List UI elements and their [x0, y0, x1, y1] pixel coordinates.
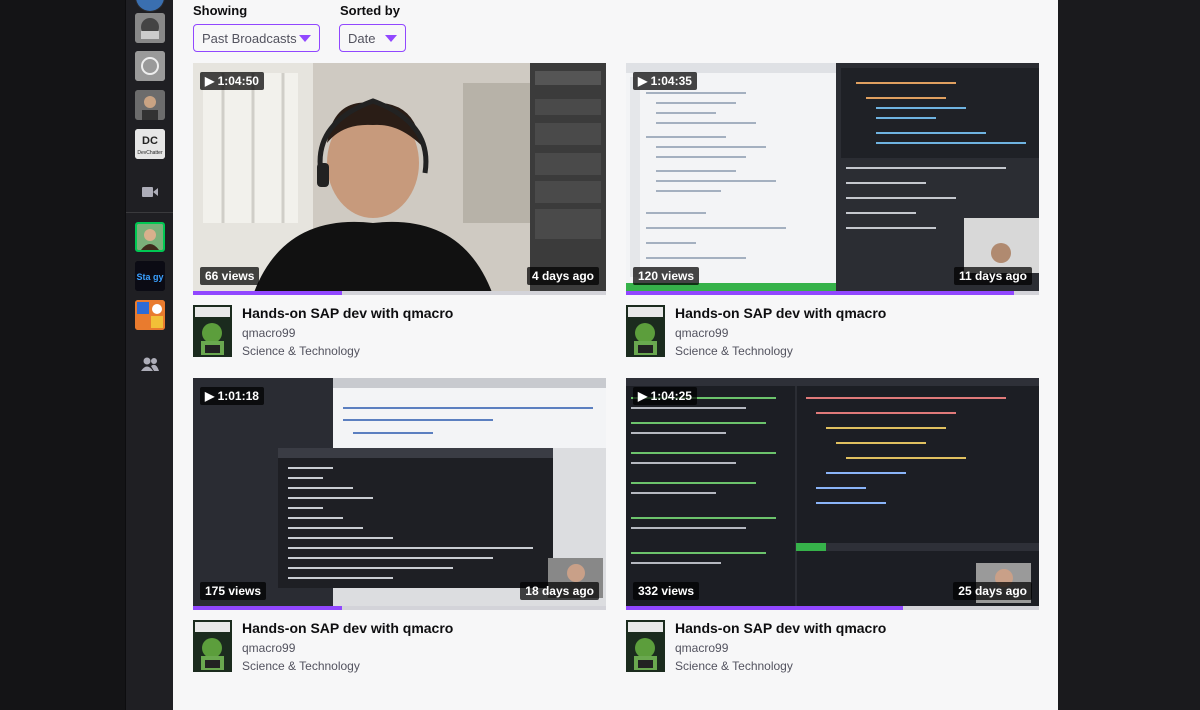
chevron-down-icon — [299, 35, 311, 42]
sidebar-divider — [126, 212, 174, 213]
chevron-down-icon — [385, 35, 397, 42]
channel-avatar[interactable] — [626, 305, 665, 357]
age-badge: 25 days ago — [953, 582, 1032, 600]
sorted-by-label: Sorted by — [340, 3, 400, 18]
video-title[interactable]: Hands-on SAP dev with qmacro — [242, 305, 453, 321]
channel-avatar[interactable] — [193, 305, 232, 357]
watch-progress-fill — [193, 291, 342, 295]
channel-avatar-4[interactable]: DC DevChatter — [135, 129, 165, 159]
views-badge: 332 views — [633, 582, 700, 600]
video-title[interactable]: Hands-on SAP dev with qmacro — [242, 620, 453, 636]
showing-dropdown[interactable]: Past Broadcasts — [193, 24, 320, 52]
channel-avatar-2[interactable] — [135, 13, 165, 43]
svg-text:Sta gy: Sta gy — [136, 272, 163, 282]
duration-text: 1:04:35 — [650, 74, 692, 88]
channel-avatar-3b[interactable] — [135, 90, 165, 120]
watch-progress-bar — [193, 291, 606, 295]
video-camera-icon[interactable] — [136, 178, 164, 206]
showing-value: Past Broadcasts — [202, 30, 297, 46]
category-link[interactable]: Science & Technology — [675, 344, 793, 358]
watch-progress-bar — [193, 606, 606, 610]
watch-progress-bar — [626, 291, 1039, 295]
video-card[interactable]: ▶ 1:04:25 332 views 25 days ago Hands-on… — [626, 378, 1039, 678]
showing-label: Showing — [193, 3, 248, 18]
video-card[interactable]: ▶ 1:04:50 66 views 4 days ago Hands-on S… — [193, 63, 606, 363]
watch-progress-bar — [626, 606, 1039, 610]
video-thumbnail[interactable]: ▶ 1:04:50 66 views 4 days ago — [193, 63, 606, 295]
age-badge: 4 days ago — [526, 267, 599, 285]
video-card[interactable]: ▶ 1:01:18 175 views 18 days ago Hands-on… — [193, 378, 606, 678]
channel-avatar[interactable] — [193, 620, 232, 672]
video-title[interactable]: Hands-on SAP dev with qmacro — [675, 305, 886, 321]
category-link[interactable]: Science & Technology — [675, 659, 793, 673]
sort-dropdown[interactable]: Date — [339, 24, 406, 52]
followed-channels-sidebar: DC DevChatter Sta gy — [125, 0, 174, 710]
duration-badge: ▶ 1:04:25 — [633, 387, 697, 405]
duration-text: 1:01:18 — [217, 389, 259, 403]
channel-avatar-6[interactable]: Sta gy — [135, 261, 165, 291]
video-title[interactable]: Hands-on SAP dev with qmacro — [675, 620, 886, 636]
channel-name[interactable]: qmacro99 — [675, 326, 728, 340]
duration-badge: ▶ 1:01:18 — [200, 387, 264, 405]
left-dark-panel — [0, 0, 125, 710]
views-badge: 120 views — [633, 267, 700, 285]
svg-text:DevChatter: DevChatter — [137, 150, 163, 156]
channel-name[interactable]: qmacro99 — [242, 641, 295, 655]
friends-icon[interactable] — [136, 350, 164, 378]
category-link[interactable]: Science & Technology — [242, 659, 360, 673]
svg-text:DC: DC — [142, 135, 158, 147]
duration-badge: ▶ 1:04:35 — [633, 72, 697, 90]
duration-text: 1:04:50 — [217, 74, 259, 88]
age-badge: 18 days ago — [520, 582, 599, 600]
channel-avatar[interactable] — [626, 620, 665, 672]
channel-name[interactable]: qmacro99 — [242, 326, 295, 340]
channel-avatar-5[interactable] — [135, 222, 165, 252]
category-link[interactable]: Science & Technology — [242, 344, 360, 358]
video-card[interactable]: ▶ 1:04:35 120 views 11 days ago Hands-on… — [626, 63, 1039, 363]
right-dark-panel — [1058, 0, 1200, 710]
video-thumbnail[interactable]: ▶ 1:01:18 175 views 18 days ago — [193, 378, 606, 610]
channel-name[interactable]: qmacro99 — [675, 641, 728, 655]
watch-progress-fill — [626, 291, 1015, 295]
video-thumbnail[interactable]: ▶ 1:04:25 332 views 25 days ago — [626, 378, 1039, 610]
video-thumbnail[interactable]: ▶ 1:04:35 120 views 11 days ago — [626, 63, 1039, 295]
age-badge: 11 days ago — [953, 267, 1032, 285]
channel-avatar-1[interactable] — [135, 0, 165, 12]
watch-progress-fill — [193, 606, 342, 610]
duration-text: 1:04:25 — [650, 389, 692, 403]
watch-progress-fill — [626, 606, 903, 610]
channel-avatar-3[interactable] — [135, 51, 165, 81]
channel-avatar-7[interactable] — [135, 300, 165, 330]
views-badge: 175 views — [200, 582, 267, 600]
views-badge: 66 views — [200, 267, 260, 285]
videos-main-content: Showing Past Broadcasts Sorted by Date ▶… — [173, 0, 1058, 710]
duration-badge: ▶ 1:04:50 — [200, 72, 264, 90]
sort-value: Date — [348, 30, 376, 46]
